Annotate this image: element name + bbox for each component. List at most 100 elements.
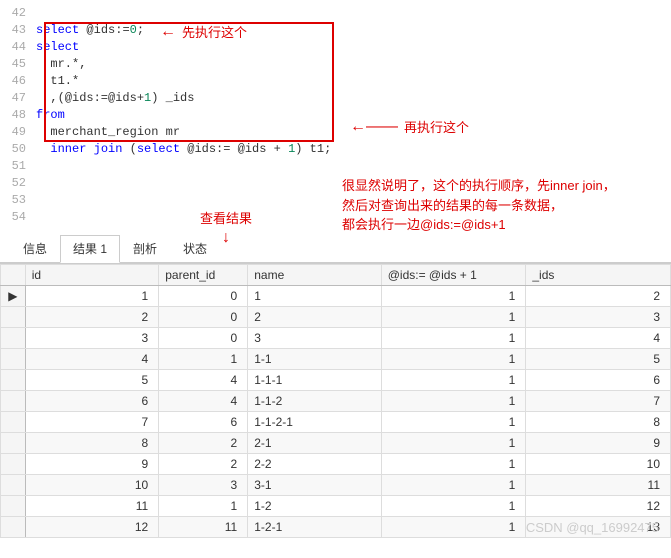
cell-id[interactable]: 3: [25, 328, 159, 349]
cell-id[interactable]: 4: [25, 349, 159, 370]
cell-id[interactable]: 12: [25, 517, 159, 538]
col-header-expr[interactable]: @ids:= @ids + 1: [381, 265, 526, 286]
code-content[interactable]: from: [36, 108, 65, 122]
code-line[interactable]: 45 mr.*,: [0, 55, 671, 72]
code-line[interactable]: 50 inner join (select @ids:= @ids + 1) t…: [0, 140, 671, 157]
cell-expr[interactable]: 1: [381, 517, 526, 538]
cell-name[interactable]: 1-1-2-1: [248, 412, 382, 433]
cell-expr[interactable]: 1: [381, 496, 526, 517]
cell-name[interactable]: 1-2-1: [248, 517, 382, 538]
cell-parent_id[interactable]: 2: [159, 454, 248, 475]
cell-name[interactable]: 1-2: [248, 496, 382, 517]
code-content[interactable]: ,(@ids:=@ids+1) _ids: [36, 91, 194, 105]
tab-info[interactable]: 信息: [10, 235, 60, 262]
result-table[interactable]: id parent_id name @ids:= @ids + 1 _ids ▶…: [0, 264, 671, 538]
code-content[interactable]: select: [36, 40, 79, 54]
code-line[interactable]: 48from: [0, 106, 671, 123]
code-content[interactable]: t1.*: [36, 74, 79, 88]
cell-name[interactable]: 1-1-1: [248, 370, 382, 391]
cell-id[interactable]: 2: [25, 307, 159, 328]
cell-_ids[interactable]: 11: [526, 475, 671, 496]
table-row[interactable]: 1033-1111: [1, 475, 671, 496]
cell-expr[interactable]: 1: [381, 454, 526, 475]
cell-parent_id[interactable]: 3: [159, 475, 248, 496]
col-header-parent-id[interactable]: parent_id: [159, 265, 248, 286]
table-row[interactable]: 922-2110: [1, 454, 671, 475]
cell-parent_id[interactable]: 0: [159, 307, 248, 328]
cell-id[interactable]: 6: [25, 391, 159, 412]
code-content[interactable]: inner join (select @ids:= @ids + 1) t1;: [36, 142, 331, 156]
code-content[interactable]: mr.*,: [36, 57, 86, 71]
cell-expr[interactable]: 1: [381, 307, 526, 328]
table-row[interactable]: 411-115: [1, 349, 671, 370]
cell-parent_id[interactable]: 11: [159, 517, 248, 538]
cell-expr[interactable]: 1: [381, 412, 526, 433]
cell-parent_id[interactable]: 0: [159, 328, 248, 349]
cell-parent_id[interactable]: 0: [159, 286, 248, 307]
cell-name[interactable]: 1-1-2: [248, 391, 382, 412]
cell-id[interactable]: 10: [25, 475, 159, 496]
code-line[interactable]: 49 merchant_region mr: [0, 123, 671, 140]
table-row[interactable]: 641-1-217: [1, 391, 671, 412]
cell-name[interactable]: 3: [248, 328, 382, 349]
code-content[interactable]: merchant_region mr: [36, 125, 180, 139]
cell-id[interactable]: 5: [25, 370, 159, 391]
code-line[interactable]: 47 ,(@ids:=@ids+1) _ids: [0, 89, 671, 106]
cell-_ids[interactable]: 8: [526, 412, 671, 433]
annotation-result-label: 查看结果: [200, 208, 252, 227]
cell-parent_id[interactable]: 4: [159, 370, 248, 391]
table-row[interactable]: 30314: [1, 328, 671, 349]
cell-parent_id[interactable]: 1: [159, 349, 248, 370]
cell-name[interactable]: 2-2: [248, 454, 382, 475]
tab-profile[interactable]: 剖析: [120, 235, 170, 262]
code-line[interactable]: 44select: [0, 38, 671, 55]
table-row[interactable]: 761-1-2-118: [1, 412, 671, 433]
cell-expr[interactable]: 1: [381, 391, 526, 412]
code-line[interactable]: 43select @ids:=0;: [0, 21, 671, 38]
cell-_ids[interactable]: 3: [526, 307, 671, 328]
cell-id[interactable]: 8: [25, 433, 159, 454]
cell-parent_id[interactable]: 1: [159, 496, 248, 517]
cell-id[interactable]: 7: [25, 412, 159, 433]
cell-name[interactable]: 1-1: [248, 349, 382, 370]
cell-_ids[interactable]: 9: [526, 433, 671, 454]
cell-name[interactable]: 1: [248, 286, 382, 307]
cell-id[interactable]: 9: [25, 454, 159, 475]
row-marker: [1, 349, 26, 370]
table-row[interactable]: 822-119: [1, 433, 671, 454]
cell-expr[interactable]: 1: [381, 433, 526, 454]
cell-_ids[interactable]: 4: [526, 328, 671, 349]
code-line[interactable]: 51: [0, 157, 671, 174]
table-row[interactable]: 541-1-116: [1, 370, 671, 391]
col-header-ids[interactable]: _ids: [526, 265, 671, 286]
cell-expr[interactable]: 1: [381, 475, 526, 496]
cell-parent_id[interactable]: 2: [159, 433, 248, 454]
cell-_ids[interactable]: 5: [526, 349, 671, 370]
cell-name[interactable]: 2: [248, 307, 382, 328]
cell-expr[interactable]: 1: [381, 286, 526, 307]
cell-_ids[interactable]: 2: [526, 286, 671, 307]
cell-parent_id[interactable]: 6: [159, 412, 248, 433]
cell-id[interactable]: 1: [25, 286, 159, 307]
cell-expr[interactable]: 1: [381, 328, 526, 349]
code-content[interactable]: select @ids:=0;: [36, 23, 144, 37]
cell-expr[interactable]: 1: [381, 349, 526, 370]
code-line[interactable]: 46 t1.*: [0, 72, 671, 89]
cell-parent_id[interactable]: 4: [159, 391, 248, 412]
cell-name[interactable]: 2-1: [248, 433, 382, 454]
cell-name[interactable]: 3-1: [248, 475, 382, 496]
code-line[interactable]: 42: [0, 4, 671, 21]
table-row[interactable]: 20213: [1, 307, 671, 328]
col-header-name[interactable]: name: [248, 265, 382, 286]
table-row[interactable]: 1111-2112: [1, 496, 671, 517]
cell-_ids[interactable]: 12: [526, 496, 671, 517]
cell-id[interactable]: 11: [25, 496, 159, 517]
table-row[interactable]: ▶10112: [1, 286, 671, 307]
cell-_ids[interactable]: 10: [526, 454, 671, 475]
col-header-id[interactable]: id: [25, 265, 159, 286]
cell-_ids[interactable]: 6: [526, 370, 671, 391]
cell-_ids[interactable]: 7: [526, 391, 671, 412]
code-editor[interactable]: 4243select @ids:=0;44select45 mr.*,46 t1…: [0, 0, 671, 229]
tab-result[interactable]: 结果 1: [60, 235, 120, 263]
cell-expr[interactable]: 1: [381, 370, 526, 391]
